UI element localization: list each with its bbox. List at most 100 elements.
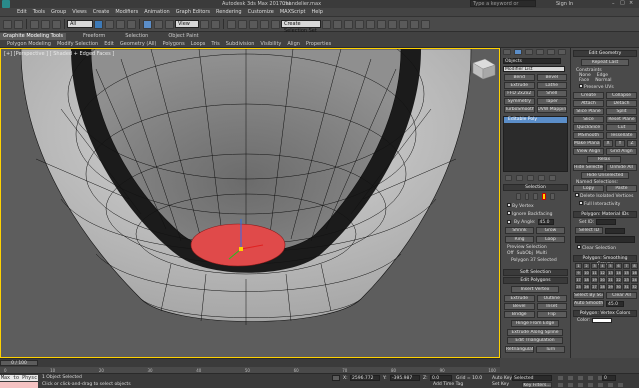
flip-button[interactable]: Flip bbox=[536, 311, 567, 318]
subtab-align[interactable]: Align bbox=[284, 41, 303, 48]
repeat-last-button[interactable]: Repeat Last bbox=[581, 59, 629, 66]
subtab-geometry-all[interactable]: Geometry (All) bbox=[117, 41, 160, 48]
subtab-polygon-modeling[interactable]: Polygon Modeling bbox=[4, 41, 54, 48]
tab-freeform[interactable]: Freeform bbox=[80, 33, 108, 40]
relax-button[interactable]: Relax bbox=[587, 156, 621, 163]
modifier-list-dropdown[interactable]: Modifier List bbox=[503, 66, 565, 72]
manipulate-icon[interactable] bbox=[211, 19, 220, 29]
key-filters-button[interactable]: Key Filters... bbox=[522, 382, 552, 388]
app-logo-icon[interactable] bbox=[2, 0, 10, 8]
menu-item-edit[interactable]: Edit bbox=[14, 9, 30, 15]
subtab-visibility[interactable]: Visibility bbox=[257, 41, 284, 48]
polygon-mode-icon[interactable] bbox=[541, 193, 547, 200]
clear-all-button[interactable]: Clear All bbox=[606, 292, 637, 299]
smoothing-group-13-button[interactable]: 13 bbox=[607, 270, 614, 276]
hierarchy-tab-icon[interactable] bbox=[525, 49, 533, 55]
menu-item-rendering[interactable]: Rendering bbox=[213, 9, 245, 15]
turn-button[interactable]: Turn bbox=[536, 346, 565, 353]
edge-mode-icon[interactable] bbox=[524, 193, 530, 200]
maximize-icon[interactable]: □ bbox=[620, 0, 625, 6]
make-planar-button[interactable]: Make Planar bbox=[573, 140, 601, 147]
pivot-center-icon[interactable] bbox=[200, 19, 209, 29]
reference-coordinate-dropdown[interactable]: View bbox=[175, 20, 199, 28]
tab-graphite-modeling[interactable]: Graphite Modeling Tools bbox=[0, 32, 67, 40]
maxscript-listener-bottom[interactable] bbox=[0, 382, 38, 388]
zoom-all-icon[interactable] bbox=[567, 382, 574, 388]
selected-polygon[interactable] bbox=[190, 223, 286, 267]
tab-selection[interactable]: Selection bbox=[122, 33, 151, 40]
shrink-button[interactable]: Shrink bbox=[505, 227, 534, 234]
orbit-icon[interactable] bbox=[607, 382, 614, 388]
delete-isolated-checkbox[interactable] bbox=[575, 193, 579, 197]
smoothing-group-2-button[interactable]: 2 bbox=[583, 263, 590, 269]
spinner-snap-icon[interactable] bbox=[260, 19, 269, 29]
hinge-from-edge-button[interactable]: Hinge From Edge bbox=[511, 320, 559, 327]
preview-subobj-radio[interactable]: SubObj bbox=[517, 251, 533, 256]
create-button[interactable]: Create bbox=[573, 92, 604, 99]
smoothing-group-4-button[interactable]: 4 bbox=[599, 263, 606, 269]
zoom-extents-icon[interactable] bbox=[577, 382, 584, 388]
smoothing-group-3-button[interactable]: 3 bbox=[591, 263, 598, 269]
modifier-stack[interactable]: Editable Poly bbox=[503, 116, 568, 172]
grow-button[interactable]: Grow bbox=[536, 227, 565, 234]
menu-item-animation[interactable]: Animation bbox=[141, 9, 173, 15]
go-to-start-icon[interactable] bbox=[557, 375, 564, 381]
quickslice-button[interactable]: QuickSlice bbox=[573, 124, 604, 131]
bevel-modifier-button[interactable]: Bevel bbox=[536, 74, 567, 81]
auto-smooth-field[interactable]: 45.0 bbox=[606, 300, 624, 307]
select-id-button[interactable]: Select ID bbox=[575, 227, 603, 234]
snap-toggle-icon[interactable] bbox=[227, 19, 236, 29]
object-name-field[interactable]: Objects bbox=[503, 58, 561, 64]
ring-button[interactable]: Ring bbox=[505, 236, 534, 243]
ribbon-toggle-icon[interactable] bbox=[355, 19, 364, 29]
smoothing-group-14-button[interactable]: 14 bbox=[615, 270, 622, 276]
x-coordinate-field[interactable]: 2596.772 bbox=[350, 375, 380, 381]
taper-modifier-button[interactable]: Taper bbox=[536, 98, 567, 105]
mirror-icon[interactable] bbox=[322, 19, 331, 29]
motion-tab-icon[interactable] bbox=[536, 49, 544, 55]
add-time-tag-button[interactable]: Add Time Tag bbox=[433, 382, 463, 387]
auto-smooth-button[interactable]: Auto Smooth bbox=[573, 300, 604, 307]
pan-icon[interactable] bbox=[597, 382, 604, 388]
by-vertex-option[interactable]: By Vertex bbox=[501, 202, 570, 210]
redo-icon[interactable] bbox=[14, 19, 23, 29]
modify-tab-icon[interactable] bbox=[514, 49, 522, 55]
border-mode-icon[interactable] bbox=[533, 193, 538, 200]
set-id-field[interactable] bbox=[596, 219, 617, 225]
selection-rollout-header[interactable]: Selection bbox=[503, 184, 568, 191]
slice-plane-button[interactable]: Slice Plane bbox=[573, 108, 604, 115]
angle-snap-icon[interactable] bbox=[238, 19, 247, 29]
constraint-normal-radio[interactable]: Normal bbox=[595, 78, 611, 83]
reset-plane-button[interactable]: Reset Plane bbox=[606, 116, 637, 123]
z-coordinate-field[interactable]: 0.0 bbox=[430, 375, 452, 381]
show-end-result-icon[interactable] bbox=[516, 175, 523, 181]
view-align-button[interactable]: View Align bbox=[573, 148, 604, 155]
preview-multi-radio[interactable]: Multi bbox=[536, 251, 547, 256]
minimize-icon[interactable]: – bbox=[612, 1, 615, 7]
by-vertex-checkbox[interactable] bbox=[507, 203, 511, 207]
unlink-icon[interactable] bbox=[41, 19, 50, 29]
clear-selection-checkbox[interactable] bbox=[577, 245, 581, 249]
turbosmooth-modifier-button[interactable]: TurboSmooth bbox=[504, 106, 535, 113]
rendered-frame-icon[interactable] bbox=[410, 19, 419, 29]
edit-geometry-rollout-header[interactable]: Edit Geometry bbox=[573, 50, 637, 57]
subtab-edit[interactable]: Edit bbox=[101, 41, 117, 48]
smoothing-group-21-button[interactable]: 21 bbox=[607, 277, 614, 283]
smoothing-group-27-button[interactable]: 27 bbox=[591, 284, 598, 290]
subtab-properties[interactable]: Properties bbox=[303, 41, 334, 48]
move-icon[interactable] bbox=[143, 19, 152, 29]
by-angle-field[interactable]: 45.0 bbox=[537, 219, 554, 225]
smoothing-group-19-button[interactable]: 19 bbox=[591, 277, 598, 283]
pin-stack-icon[interactable] bbox=[505, 175, 512, 181]
copy-button[interactable]: Copy bbox=[573, 185, 604, 192]
smoothing-group-5-button[interactable]: 5 bbox=[607, 263, 614, 269]
ignore-backfacing-option[interactable]: Ignore Backfacing bbox=[501, 210, 570, 218]
smoothing-group-17-button[interactable]: 17 bbox=[575, 277, 582, 283]
auto-key-dropdown[interactable]: Selected bbox=[512, 375, 552, 381]
smoothing-group-30-button[interactable]: 30 bbox=[615, 284, 622, 290]
vertex-colors-rollout-header[interactable]: Polygon: Vertex Colors bbox=[573, 310, 637, 317]
menu-item-modifiers[interactable]: Modifiers bbox=[112, 9, 141, 15]
detach-button[interactable]: Detach bbox=[606, 100, 637, 107]
subtab-loops[interactable]: Loops bbox=[188, 41, 209, 48]
lock-selection-icon[interactable] bbox=[332, 375, 340, 381]
